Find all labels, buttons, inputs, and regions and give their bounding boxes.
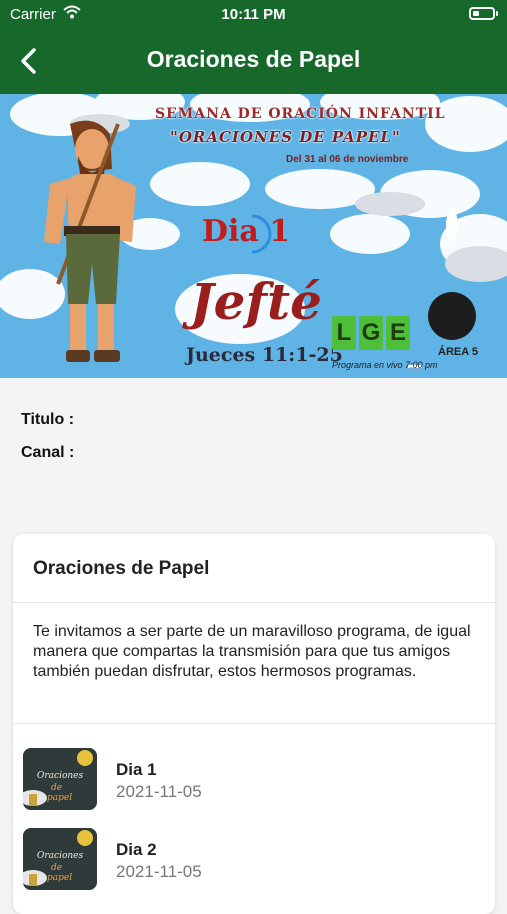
banner-program: Programa en vivo 7:00 pm — [332, 360, 438, 370]
lge-letter: E — [386, 316, 410, 350]
canal-label: Canal : — [21, 444, 75, 461]
banner-line1: SEMANA DE ORACIÓN INFANTIL — [155, 106, 446, 122]
svg-text:Oraciones: Oraciones — [37, 771, 84, 781]
lge-logo: L G E — [332, 316, 410, 350]
episode-date: 2021-11-05 — [116, 782, 202, 801]
episode-thumbnail: Oraciones de papel — [23, 748, 97, 810]
nav-bar: Oraciones de Papel — [0, 28, 507, 94]
banner-day: Dia 1 — [202, 214, 291, 249]
battery-icon — [469, 7, 498, 20]
svg-text:de: de — [51, 783, 62, 793]
card-description: Te invitamos a ser parte de un maravillo… — [33, 623, 471, 680]
svg-text:de: de — [51, 863, 62, 873]
page-title: Oraciones de Papel — [146, 46, 361, 72]
area-label: ÁREA 5 — [438, 346, 478, 358]
episode-date: 2021-11-05 — [116, 862, 202, 881]
episode-name: Dia 2 — [116, 840, 157, 859]
episode-name: Dia 1 — [116, 760, 157, 779]
church-logo — [428, 292, 476, 340]
divider — [13, 723, 495, 724]
banner-verse: Jueces 11:1-25 — [186, 344, 343, 366]
titulo-label: Titulo : — [21, 411, 75, 428]
episode-thumbnail: Oraciones de papel — [23, 828, 97, 890]
program-card: Oraciones de Papel Te invitamos a ser pa… — [13, 534, 495, 914]
lge-letter: G — [359, 316, 383, 350]
svg-text:papel: papel — [47, 793, 72, 803]
svg-text:Oraciones: Oraciones — [37, 851, 84, 861]
list-item[interactable]: Oraciones de papel Dia 2 2021-11-05 — [13, 828, 495, 900]
list-item[interactable]: Oraciones de papel Dia 1 2021-11-05 — [13, 748, 495, 820]
status-bar: Carrier 10:11 PM — [0, 0, 507, 28]
svg-text:papel: papel — [47, 873, 72, 883]
banner-line2: "ORACIONES DE PAPEL" — [170, 128, 401, 146]
banner-character: Jefté — [190, 272, 322, 331]
banner-dates: Del 31 al 06 de noviembre — [286, 154, 409, 165]
lge-letter: L — [332, 316, 356, 350]
status-time: 10:11 PM — [221, 6, 286, 23]
card-title: Oraciones de Papel — [33, 558, 210, 579]
card-header: Oraciones de Papel — [13, 534, 495, 603]
banner-image: SEMANA DE ORACIÓN INFANTIL "ORACIONES DE… — [0, 94, 507, 378]
